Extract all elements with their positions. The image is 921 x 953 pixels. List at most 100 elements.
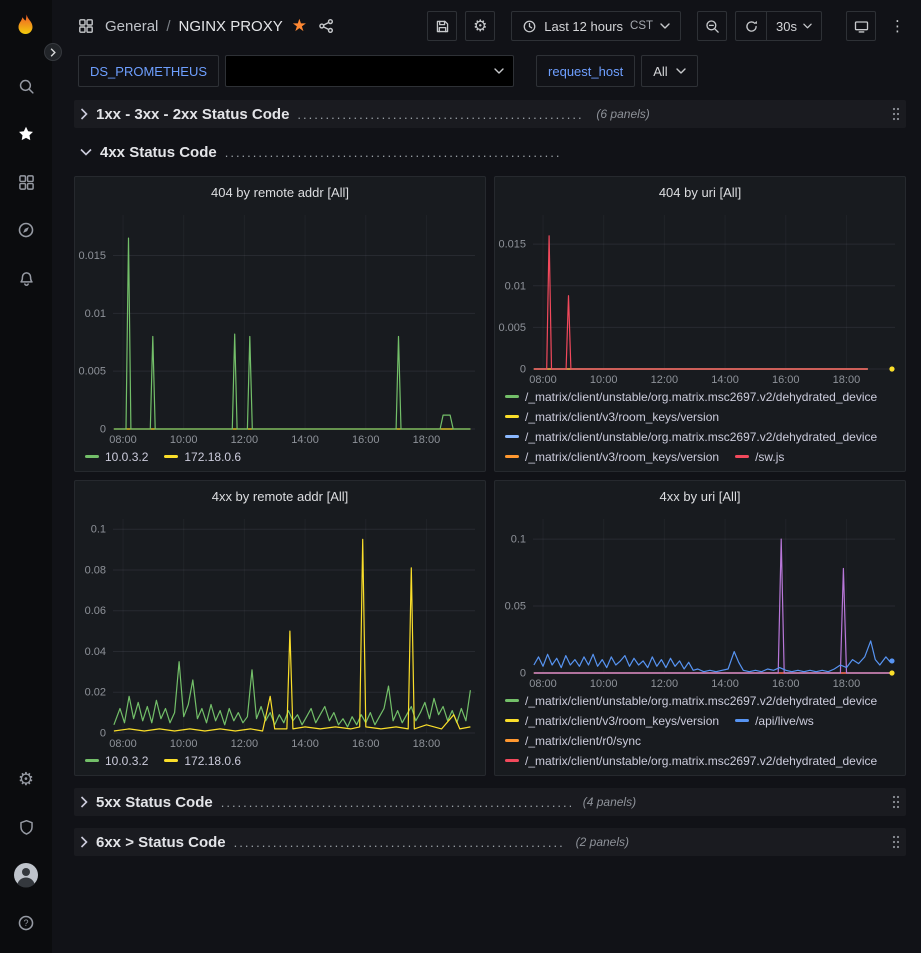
svg-text:18:00: 18:00 [413,738,441,750]
series-color-mark [735,455,749,458]
panel-4xx-by-uri: 4xx by uri [All] 08:0010:0012:0014:0016:… [494,480,906,776]
timeseries-chart-4xx-by-remote-addr[interactable]: 08:0010:0012:0014:0016:0018:0000.020.040… [75,511,485,751]
variable-request-host-value-dropdown[interactable]: All [641,55,697,87]
dashboard-row-5xx[interactable]: 5xx Status Code ........................… [74,788,906,816]
svg-text:0.04: 0.04 [85,646,106,658]
sidebar-item-profile[interactable] [6,855,46,895]
legend-item[interactable]: 172.18.0.6 [164,450,241,464]
dashboard-row-6xx[interactable]: 6xx > Status Code ......................… [74,828,906,856]
legend-item[interactable]: /_matrix/client/unstable/org.matrix.msc2… [505,390,877,404]
clock-icon [522,19,537,34]
legend-label: /_matrix/client/v3/room_keys/version [525,714,719,728]
drag-handle-icon[interactable] [892,835,900,849]
panel-title[interactable]: 404 by uri [All] [495,177,905,207]
panel-title[interactable]: 4xx by remote addr [All] [75,481,485,511]
dashboard-row-1xx-3xx-2xx[interactable]: 1xx - 3xx - 2xx Status Code ............… [74,100,906,128]
chevron-down-icon [80,148,92,156]
time-range-picker[interactable]: Last 12 hours CST [511,11,681,41]
legend-row: /_matrix/client/v3/room_keys/version/api… [505,711,897,731]
row-dotted-leader: ........................................… [234,835,564,850]
apps-grid-icon [78,18,94,34]
legend-item[interactable]: /sw.js [735,450,784,464]
legend-label: /api/live/ws [755,714,814,728]
variable-datasource-value-dropdown[interactable] [225,55,514,87]
sidebar-item-explore[interactable] [6,210,46,250]
svg-text:18:00: 18:00 [413,434,441,446]
legend-label: /_matrix/client/unstable/org.matrix.msc2… [525,754,877,768]
chevron-down-icon [494,68,504,74]
sidebar-item-configuration[interactable]: ⚙ [6,759,46,799]
legend-item[interactable]: 10.0.3.2 [85,754,148,768]
drag-handle-icon[interactable] [892,795,900,809]
series-color-mark [164,455,178,458]
svg-text:0.1: 0.1 [511,534,526,546]
zoom-out-button[interactable] [697,11,727,41]
svg-text:16:00: 16:00 [352,738,380,750]
panel-grid: 404 by remote addr [All] 08:0010:0012:00… [74,176,906,776]
refresh-icon [744,19,759,34]
svg-text:0.1: 0.1 [91,524,106,536]
breadcrumb-dashboard-title[interactable]: NGINX PROXY [179,18,283,35]
breadcrumb: General / NGINX PROXY [105,18,283,35]
legend-item[interactable]: /_matrix/client/v3/room_keys/version [505,450,719,464]
svg-text:0.08: 0.08 [85,564,106,576]
chevron-right-icon [80,108,88,120]
legend-label: /_matrix/client/unstable/org.matrix.msc2… [525,390,877,404]
sidebar-item-server-admin[interactable] [6,807,46,847]
variable-request-host-label[interactable]: request_host [536,55,635,87]
favorite-star-icon[interactable]: ★ [292,18,307,35]
row-dotted-leader: ........................................… [225,145,562,160]
legend-label: 172.18.0.6 [184,754,241,768]
refresh-button[interactable] [736,12,766,40]
legend-row: 10.0.3.2 172.18.0.6 [85,447,477,467]
timeseries-chart-4xx-by-uri[interactable]: 08:0010:0012:0014:0016:0018:0000.050.1 [495,511,905,691]
share-button[interactable] [316,16,336,36]
legend-label: /_matrix/client/unstable/org.matrix.msc2… [525,430,877,444]
legend-item[interactable]: /_matrix/client/v3/room_keys/version [505,410,719,424]
gear-icon: ⚙ [473,18,487,34]
legend-item[interactable]: /api/live/ws [735,714,814,728]
save-dashboard-button[interactable] [427,11,457,41]
series-color-mark [85,455,99,458]
legend-item[interactable]: /_matrix/client/unstable/org.matrix.msc2… [505,754,877,768]
monitor-icon [854,19,869,34]
sidebar-item-dashboards[interactable] [6,162,46,202]
kebab-menu-icon[interactable]: ⋮ [886,17,909,35]
legend-item[interactable]: 172.18.0.6 [164,754,241,768]
panel-title[interactable]: 404 by remote addr [All] [75,177,485,207]
drag-handle-icon[interactable] [892,107,900,121]
chevron-down-icon [803,23,812,29]
series-color-mark [505,719,519,722]
legend-item[interactable]: /_matrix/client/unstable/org.matrix.msc2… [505,430,877,444]
series-color-mark [85,759,99,762]
cycle-view-mode-button[interactable] [846,11,876,41]
breadcrumb-folder[interactable]: General [105,18,158,35]
grafana-logo[interactable] [6,6,46,48]
dashboard-settings-button[interactable]: ⚙ [465,11,495,41]
sidebar-item-alerting[interactable] [6,258,46,298]
star-icon [17,125,35,143]
legend-item[interactable]: /_matrix/client/r0/sync [505,734,641,748]
legend-row: /_matrix/client/v3/room_keys/version [505,407,897,427]
panel-title[interactable]: 4xx by uri [All] [495,481,905,511]
dashboard-row-4xx[interactable]: 4xx Status Code ........................… [74,138,906,166]
legend-item[interactable]: 10.0.3.2 [85,450,148,464]
svg-text:16:00: 16:00 [352,434,380,446]
timeseries-chart-404-by-uri[interactable]: 08:0010:0012:0014:0016:0018:0000.0050.01… [495,207,905,387]
legend-item[interactable]: /_matrix/client/unstable/org.matrix.msc2… [505,694,877,708]
sidebar-expand-button[interactable] [44,43,62,61]
dashboards-breadcrumb-icon-button[interactable] [76,16,96,36]
sidebar-item-starred[interactable] [6,114,46,154]
series-color-mark [505,395,519,398]
share-icon [318,18,334,34]
series-color-mark [505,759,519,762]
variable-datasource-label[interactable]: DS_PROMETHEUS [78,55,219,87]
sidebar-item-help[interactable]: ? [6,903,46,943]
sidebar-item-search[interactable] [6,66,46,106]
refresh-interval-dropdown[interactable]: 30s [766,12,821,40]
top-navigation-bar: General / NGINX PROXY ★ ⚙ [52,0,921,52]
timeseries-chart-404-by-remote-addr[interactable]: 08:0010:0012:0014:0016:0018:0000.0050.01… [75,207,485,447]
legend-item[interactable]: /_matrix/client/v3/room_keys/version [505,714,719,728]
time-range-label: Last 12 hours [544,19,623,34]
svg-text:10:00: 10:00 [170,434,198,446]
